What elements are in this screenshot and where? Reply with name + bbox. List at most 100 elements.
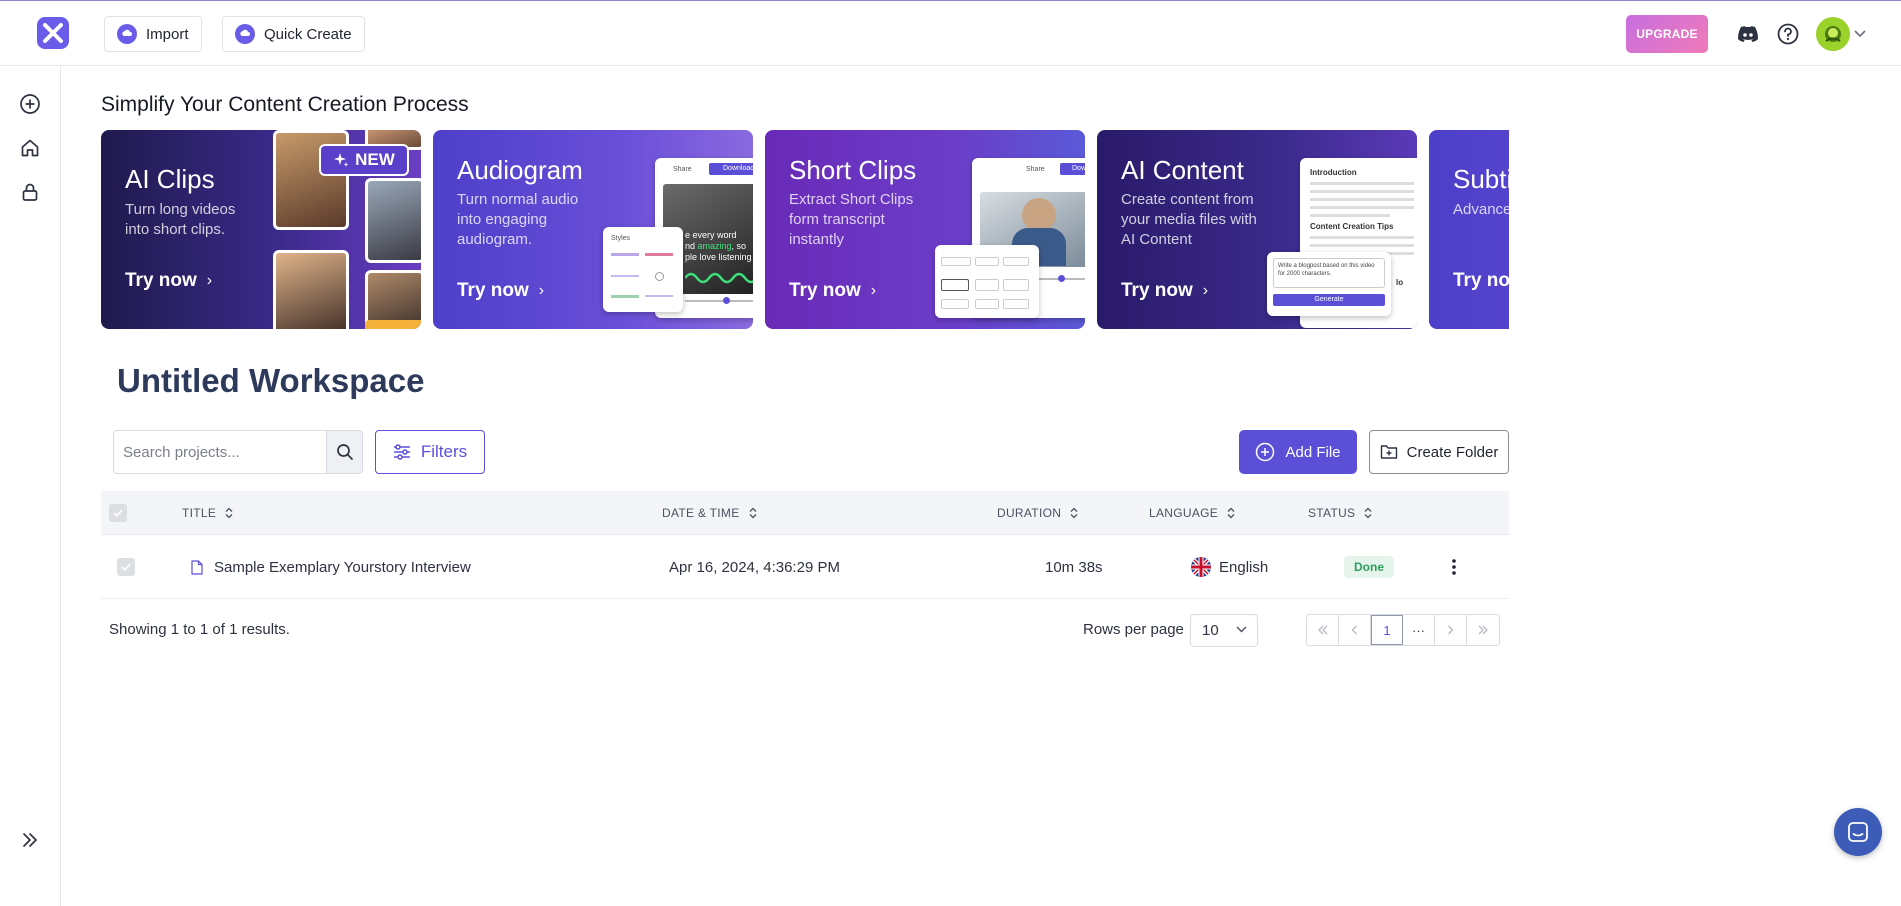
chat-support-button[interactable] bbox=[1834, 808, 1882, 856]
card-audiogram[interactable]: Audiogram Turn normal audio into engagin… bbox=[433, 130, 753, 329]
import-button[interactable]: Import bbox=[104, 16, 202, 52]
sparkle-icon bbox=[334, 153, 349, 167]
cloud-icon bbox=[235, 24, 255, 44]
row-status-cell: Done bbox=[1344, 535, 1394, 599]
page-button-current[interactable]: 1 bbox=[1371, 615, 1403, 645]
status-badge: Done bbox=[1344, 556, 1394, 578]
chevron-down-icon[interactable] bbox=[1852, 22, 1868, 46]
uk-flag-icon bbox=[1191, 557, 1211, 577]
intro-label: Introduction bbox=[1310, 168, 1357, 177]
waveform-icon bbox=[685, 272, 753, 284]
import-label: Import bbox=[146, 25, 189, 43]
folder-plus-icon bbox=[1380, 445, 1397, 459]
search-input[interactable] bbox=[114, 431, 327, 473]
card-title: AI Clips bbox=[125, 164, 215, 194]
select-all-checkbox[interactable] bbox=[109, 491, 127, 535]
chevron-right-icon: › bbox=[206, 272, 213, 289]
column-header-title[interactable]: TITLE bbox=[182, 491, 233, 535]
feature-cards: AI Clips Turn long videos into short cli… bbox=[101, 130, 1509, 329]
try-now-link[interactable]: Try now › bbox=[125, 270, 212, 292]
add-file-button[interactable]: Add File bbox=[1239, 430, 1357, 474]
sort-icon bbox=[225, 507, 233, 519]
try-now-label: Try now bbox=[1121, 280, 1193, 301]
sidebar bbox=[0, 66, 61, 906]
filters-button[interactable]: Filters bbox=[375, 430, 485, 474]
styles-panel: Styles bbox=[603, 227, 683, 312]
card-subtitles[interactable]: Subti Advance for pro u Try no bbox=[1429, 130, 1509, 329]
download-label: Download bbox=[1060, 163, 1085, 175]
workspace-title[interactable]: Untitled Workspace bbox=[117, 362, 424, 400]
search-box bbox=[113, 430, 363, 474]
pagination-ellipsis[interactable]: ··· bbox=[1403, 615, 1435, 645]
sliders-icon bbox=[393, 444, 410, 460]
table-row[interactable]: Sample Exemplary Yourstory Interview Apr… bbox=[101, 535, 1509, 599]
table-header: TITLE DATE & TIME DURATION LANGUAGE STAT… bbox=[101, 491, 1509, 535]
file-icon bbox=[191, 559, 203, 575]
rows-per-page-value: 10 bbox=[1202, 622, 1219, 639]
next-page-button[interactable] bbox=[1435, 615, 1467, 645]
try-now-label: Try now bbox=[457, 280, 529, 301]
new-badge: NEW bbox=[319, 144, 409, 176]
tips-label: Content Creation Tips bbox=[1310, 222, 1394, 231]
home-icon[interactable] bbox=[18, 136, 42, 160]
try-now-link[interactable]: Try now › bbox=[1121, 280, 1208, 302]
sort-icon bbox=[1227, 507, 1235, 519]
chevron-right-icon: › bbox=[870, 282, 877, 299]
card-ai-clips[interactable]: AI Clips Turn long videos into short cli… bbox=[101, 130, 421, 329]
thumbnail-image bbox=[365, 178, 421, 263]
card-title: Short Clips bbox=[789, 155, 917, 185]
rows-per-page-label: Rows per page bbox=[1083, 621, 1184, 638]
row-title-cell[interactable]: Sample Exemplary Yourstory Interview bbox=[191, 535, 471, 599]
rows-per-page-select[interactable]: 10 bbox=[1190, 614, 1258, 647]
last-page-button[interactable] bbox=[1467, 615, 1499, 645]
card-description: Turn normal audio into engaging audiogra… bbox=[457, 191, 579, 248]
upgrade-button[interactable]: UPGRADE bbox=[1626, 15, 1708, 53]
card-description: Extract Short Clips form transcript inst… bbox=[789, 191, 914, 248]
expand-sidebar-icon[interactable] bbox=[18, 828, 42, 852]
top-bar: Import Quick Create UPGRADE bbox=[0, 0, 1901, 66]
create-folder-button[interactable]: Create Folder bbox=[1369, 430, 1509, 474]
download-label: Download bbox=[709, 163, 753, 175]
add-circle-icon bbox=[1256, 442, 1275, 462]
search-icon bbox=[336, 444, 353, 460]
clip-options-panel bbox=[935, 245, 1039, 318]
column-header-date[interactable]: DATE & TIME bbox=[662, 491, 757, 535]
card-ai-content[interactable]: AI Content Create content from your medi… bbox=[1097, 130, 1417, 329]
card-title: AI Content bbox=[1121, 155, 1244, 185]
try-now-link[interactable]: Try now › bbox=[457, 280, 544, 302]
app-logo-icon[interactable] bbox=[37, 17, 69, 49]
card-short-clips[interactable]: Short Clips Extract Short Clips form tra… bbox=[765, 130, 1085, 329]
card-description: Turn long videos into short clips. bbox=[125, 201, 236, 238]
column-header-language[interactable]: LANGUAGE bbox=[1149, 491, 1235, 535]
try-now-link[interactable]: Try now › bbox=[789, 280, 876, 302]
column-header-label: STATUS bbox=[1308, 506, 1356, 520]
share-label: Share bbox=[1026, 166, 1045, 173]
column-header-status[interactable]: STATUS bbox=[1308, 491, 1372, 535]
add-circle-icon[interactable] bbox=[18, 92, 42, 116]
results-summary: Showing 1 to 1 of 1 results. bbox=[109, 621, 290, 638]
share-label: Share bbox=[673, 166, 692, 173]
generate-label: Generate bbox=[1273, 294, 1385, 306]
ai-prompt-box: Write a blogpost based on this video for… bbox=[1267, 252, 1391, 316]
chevron-left-icon bbox=[1351, 625, 1357, 635]
search-button[interactable] bbox=[326, 431, 362, 473]
caption-text: e every word nd amazing, so ple love lis… bbox=[685, 230, 752, 262]
help-icon[interactable] bbox=[1776, 22, 1800, 46]
lock-icon[interactable] bbox=[18, 180, 42, 204]
row-language: English bbox=[1219, 558, 1269, 576]
row-more-options-icon[interactable] bbox=[1451, 535, 1457, 599]
pagination: 1 ··· bbox=[1306, 614, 1500, 646]
user-avatar[interactable] bbox=[1816, 17, 1850, 51]
double-chevron-left-icon bbox=[1317, 625, 1327, 635]
row-checkbox[interactable] bbox=[117, 535, 135, 599]
quick-create-button[interactable]: Quick Create bbox=[222, 16, 365, 52]
new-badge-label: NEW bbox=[355, 150, 395, 169]
row-language-cell: English bbox=[1191, 535, 1268, 599]
first-page-button[interactable] bbox=[1307, 615, 1339, 645]
discord-icon[interactable] bbox=[1736, 22, 1760, 46]
row-title: Sample Exemplary Yourstory Interview bbox=[214, 558, 471, 576]
previous-page-button[interactable] bbox=[1339, 615, 1371, 645]
try-now-label: Try now bbox=[789, 280, 861, 301]
try-now-link[interactable]: Try no bbox=[1453, 270, 1509, 292]
column-header-duration[interactable]: DURATION bbox=[997, 491, 1078, 535]
